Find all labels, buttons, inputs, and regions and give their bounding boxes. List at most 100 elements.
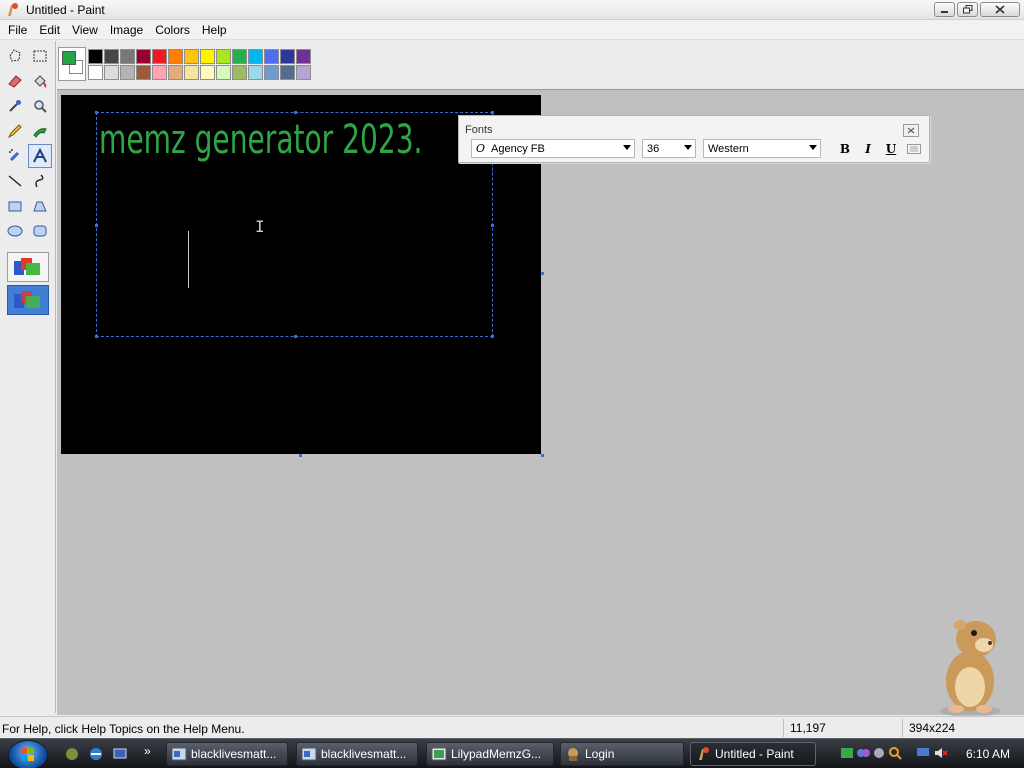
pencil-tool[interactable] bbox=[3, 119, 27, 143]
minimize-icon bbox=[940, 10, 948, 13]
color-swatch[interactable] bbox=[248, 49, 263, 64]
menu-help[interactable]: Help bbox=[196, 20, 233, 40]
text-box-handle[interactable] bbox=[95, 224, 98, 227]
fonts-close-button[interactable] bbox=[903, 124, 919, 137]
current-colors[interactable] bbox=[58, 47, 86, 81]
magnifier-icon bbox=[34, 100, 47, 113]
text-box-handle[interactable] bbox=[95, 111, 98, 114]
color-swatch[interactable] bbox=[200, 65, 215, 80]
clock[interactable]: 6:10 AM bbox=[966, 747, 1010, 761]
text-box-handle[interactable] bbox=[491, 224, 494, 227]
color-swatch[interactable] bbox=[120, 65, 135, 80]
color-swatch[interactable] bbox=[184, 49, 199, 64]
network-tray-icon[interactable] bbox=[840, 746, 854, 760]
menu-colors[interactable]: Colors bbox=[149, 20, 196, 40]
airbrush-tool[interactable] bbox=[3, 144, 27, 168]
color-swatch[interactable] bbox=[264, 65, 279, 80]
text-box-handle[interactable] bbox=[294, 111, 297, 114]
taskbar-button[interactable]: LilypadMemzG... bbox=[426, 742, 554, 766]
quicklaunch-overflow-icon[interactable]: » bbox=[144, 744, 151, 758]
color-swatch[interactable] bbox=[216, 65, 231, 80]
color-swatch[interactable] bbox=[216, 49, 231, 64]
menu-view[interactable]: View bbox=[66, 20, 104, 40]
color-swatch[interactable] bbox=[280, 65, 295, 80]
line-tool[interactable] bbox=[3, 169, 27, 193]
rectangle-tool[interactable] bbox=[3, 194, 27, 218]
text-box-handle[interactable] bbox=[294, 335, 297, 338]
fill-tool[interactable] bbox=[28, 69, 52, 93]
brush-tool[interactable] bbox=[28, 119, 52, 143]
italic-button[interactable]: I bbox=[858, 139, 878, 158]
script-select[interactable]: Western bbox=[703, 139, 821, 158]
magnifier-tool[interactable] bbox=[28, 94, 52, 118]
search-tray-icon[interactable] bbox=[888, 746, 902, 760]
taskbar-button-label: blacklivesmatt... bbox=[191, 747, 277, 761]
text-box-handle[interactable] bbox=[491, 111, 494, 114]
color-swatch[interactable] bbox=[152, 49, 167, 64]
transparent-background-option[interactable] bbox=[7, 285, 49, 315]
menu-file[interactable]: File bbox=[2, 20, 33, 40]
opentype-font-icon: O bbox=[476, 142, 486, 155]
color-swatch[interactable] bbox=[168, 65, 183, 80]
color-swatch[interactable] bbox=[168, 49, 183, 64]
eraser-tool[interactable] bbox=[3, 69, 27, 93]
show-desktop-icon[interactable] bbox=[112, 746, 128, 762]
quicklaunch-app-icon[interactable] bbox=[64, 746, 80, 762]
text-tool[interactable] bbox=[28, 144, 52, 168]
text-caret bbox=[188, 231, 189, 288]
taskbar-button-active[interactable]: Untitled - Paint bbox=[690, 742, 816, 766]
menu-image[interactable]: Image bbox=[104, 20, 149, 40]
color-swatch[interactable] bbox=[296, 65, 311, 80]
start-button[interactable] bbox=[8, 740, 48, 768]
canvas-resize-handle[interactable] bbox=[541, 272, 544, 275]
color-swatch[interactable] bbox=[136, 49, 151, 64]
font-name-select[interactable]: O Agency FB bbox=[471, 139, 635, 158]
color-swatch[interactable] bbox=[136, 65, 151, 80]
color-swatch[interactable] bbox=[248, 65, 263, 80]
rect-select-tool[interactable] bbox=[28, 44, 52, 68]
polygon-tool[interactable] bbox=[28, 194, 52, 218]
vertical-text-button[interactable] bbox=[904, 139, 924, 158]
monitor-tray-icon[interactable] bbox=[916, 746, 930, 760]
close-button[interactable] bbox=[980, 2, 1020, 17]
color-swatch[interactable] bbox=[184, 65, 199, 80]
opaque-background-option[interactable] bbox=[7, 252, 49, 282]
free-form-select-tool[interactable] bbox=[3, 44, 27, 68]
color-swatch[interactable] bbox=[200, 49, 215, 64]
underline-button[interactable]: U bbox=[881, 139, 901, 158]
color-swatch[interactable] bbox=[88, 49, 103, 64]
color-swatch[interactable] bbox=[88, 65, 103, 80]
canvas-resize-handle[interactable] bbox=[541, 454, 544, 457]
taskbar-button[interactable]: Login bbox=[560, 742, 684, 766]
ibeam-cursor-icon: I bbox=[255, 217, 265, 236]
ellipse-tool[interactable] bbox=[3, 219, 27, 243]
minimize-button[interactable] bbox=[934, 2, 955, 17]
curve-tool[interactable] bbox=[28, 169, 52, 193]
chevron-down-icon bbox=[623, 145, 631, 150]
text-box-handle[interactable] bbox=[95, 335, 98, 338]
menu-edit[interactable]: Edit bbox=[33, 20, 66, 40]
volume-muted-icon[interactable] bbox=[934, 746, 948, 760]
color-swatch[interactable] bbox=[104, 49, 119, 64]
text-box-handle[interactable] bbox=[491, 335, 494, 338]
canvas-resize-handle[interactable] bbox=[299, 454, 302, 457]
bold-button[interactable]: B bbox=[835, 139, 855, 158]
color-swatch[interactable] bbox=[296, 49, 311, 64]
font-size-select[interactable]: 36 bbox=[642, 139, 696, 158]
color-swatch[interactable] bbox=[152, 65, 167, 80]
color-picker-tool[interactable] bbox=[3, 94, 27, 118]
color-swatch[interactable] bbox=[232, 65, 247, 80]
rounded-rectangle-tool[interactable] bbox=[28, 219, 52, 243]
color-swatch[interactable] bbox=[280, 49, 295, 64]
color-swatch[interactable] bbox=[264, 49, 279, 64]
taskbar-button[interactable]: blacklivesmatt... bbox=[296, 742, 418, 766]
text-input-box[interactable]: memz generator 2023. I bbox=[95, 111, 494, 338]
restore-button[interactable] bbox=[957, 2, 978, 17]
color-swatch[interactable] bbox=[232, 49, 247, 64]
color-swatch[interactable] bbox=[104, 65, 119, 80]
settings-tray-icon[interactable] bbox=[872, 746, 886, 760]
color-swatch[interactable] bbox=[120, 49, 135, 64]
group-tray-icon[interactable] bbox=[856, 746, 870, 760]
taskbar-button[interactable]: blacklivesmatt... bbox=[166, 742, 288, 766]
internet-explorer-icon[interactable] bbox=[88, 746, 104, 762]
